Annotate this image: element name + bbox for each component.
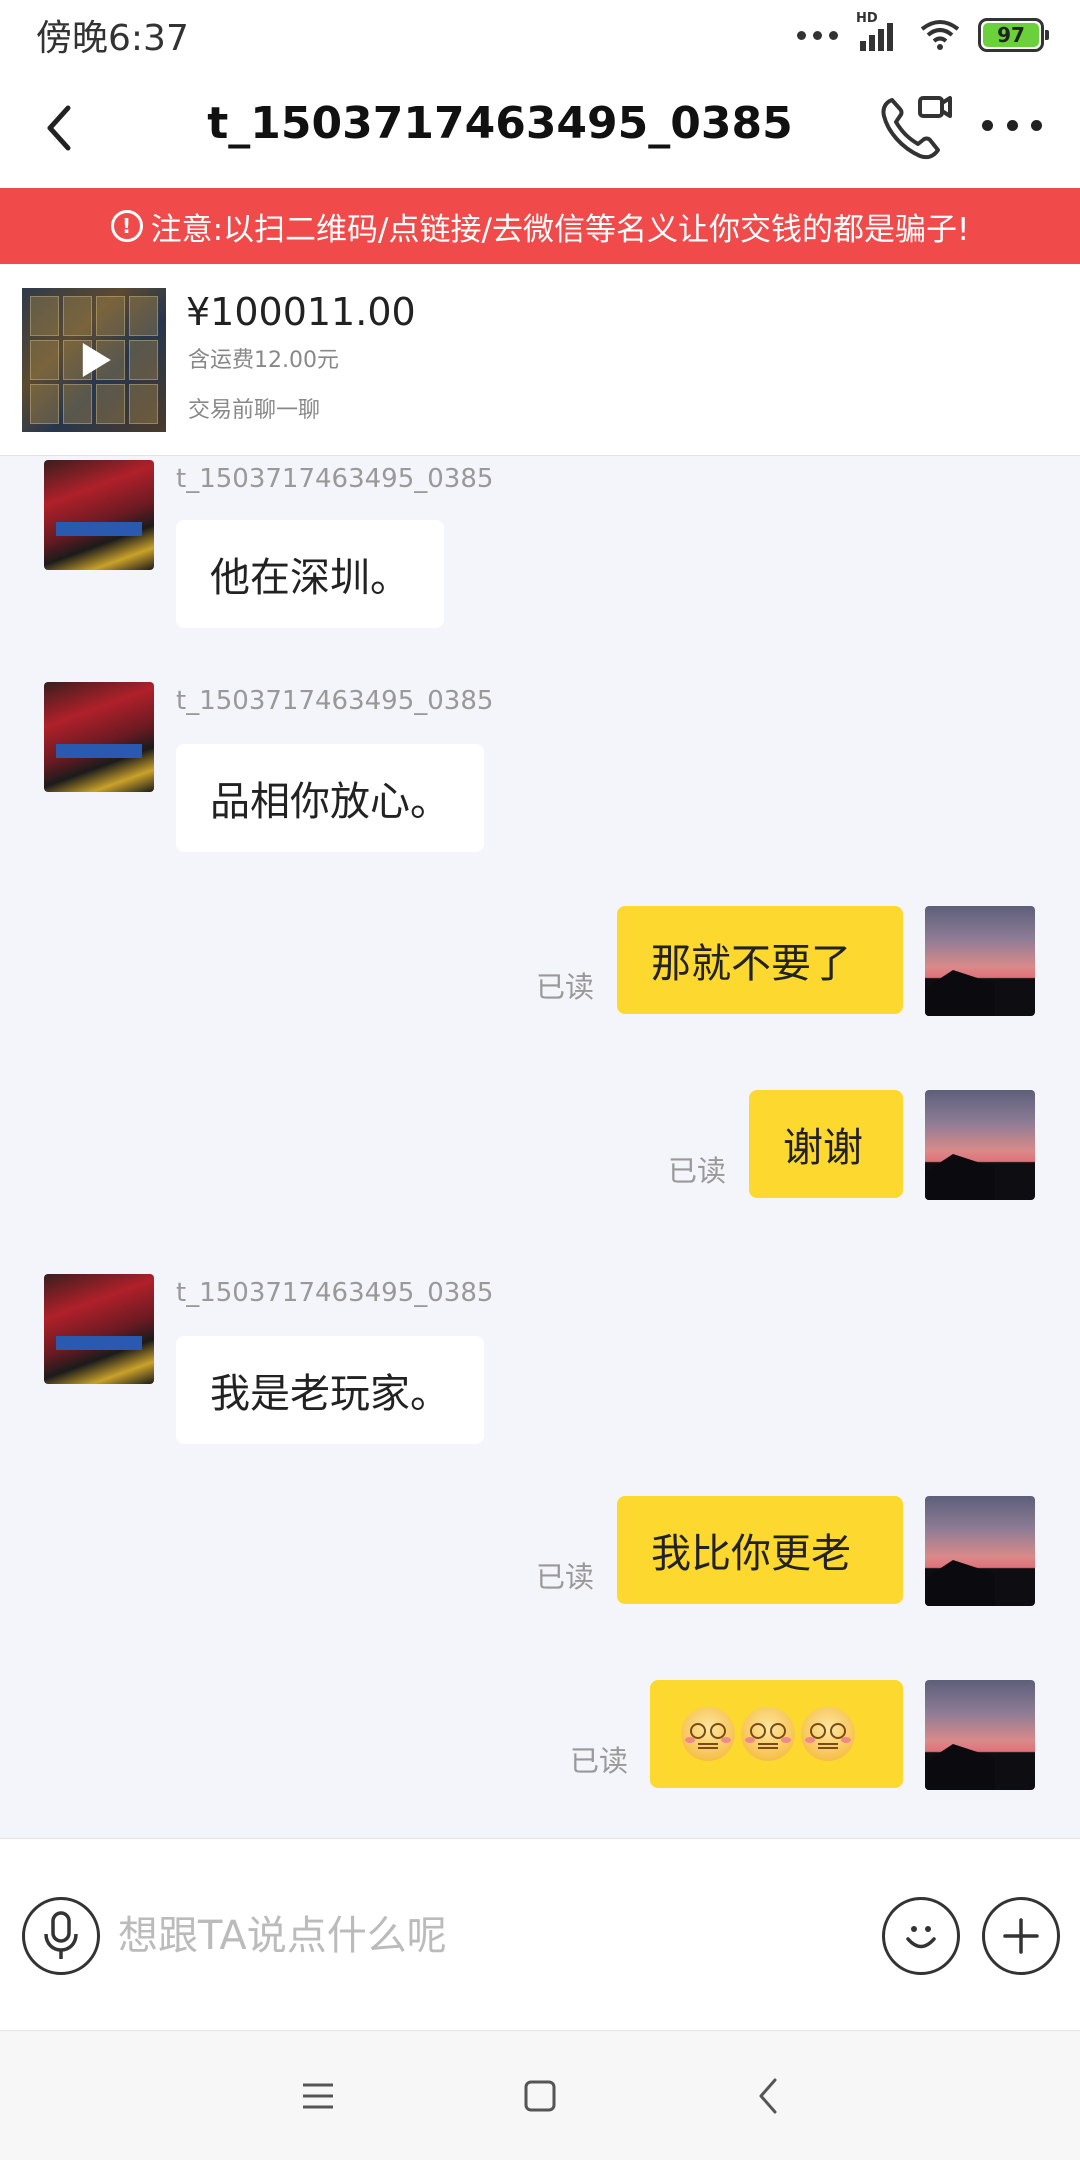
phone-video-icon (881, 96, 952, 160)
contact-avatar[interactable] (44, 1274, 154, 1384)
home-button[interactable] (510, 2066, 570, 2126)
sender-name: t_1503717463495_0385 (176, 464, 494, 494)
product-price: ¥100011.00 (186, 290, 416, 334)
message-input-bar (0, 1838, 1080, 2030)
sender-name: t_1503717463495_0385 (176, 1278, 494, 1308)
my-avatar[interactable] (925, 1680, 1035, 1790)
battery-icon: 97 (978, 18, 1049, 52)
contact-avatar[interactable] (44, 682, 154, 792)
system-navigation-bar (0, 2030, 1080, 2160)
shipping-fee: 含运费12.00元 (188, 348, 339, 373)
product-thumbnail[interactable] (22, 288, 166, 432)
wifi-icon (920, 20, 960, 50)
emoji-message-bubble[interactable] (650, 1680, 903, 1788)
status-time: 傍晚6:37 (36, 18, 189, 59)
menu-button[interactable] (288, 2066, 348, 2126)
cellular-signal-icon: HD (856, 11, 902, 55)
microphone-icon (44, 1911, 78, 1959)
smiley-icon (906, 1926, 936, 1949)
contact-avatar[interactable] (44, 460, 154, 570)
status-bar: 傍晚6:37 HD 97 (0, 0, 1080, 70)
chevron-left-icon (759, 2078, 777, 2114)
more-actions-button[interactable] (982, 1897, 1060, 1975)
hamburger-icon (303, 2083, 333, 2109)
flushed-face-emoji-icon (801, 1707, 855, 1761)
chat-title: t_1503717463495_0385 (207, 98, 793, 149)
message-bubble[interactable]: 我比你更老 (617, 1496, 903, 1604)
product-card[interactable]: ¥100011.00 含运费12.00元 交易前聊一聊 (0, 264, 1080, 456)
chat-hint: 交易前聊一聊 (188, 398, 321, 423)
back-button[interactable] (34, 100, 84, 156)
read-status: 已读 (536, 970, 595, 1004)
chat-header: t_1503717463495_0385 (0, 70, 1080, 188)
my-avatar[interactable] (925, 906, 1035, 1016)
message-input[interactable] (118, 1901, 838, 1971)
plus-icon (1003, 1918, 1039, 1954)
message-bubble[interactable]: 谢谢 (749, 1090, 903, 1198)
chevron-left-icon (47, 105, 71, 151)
message-list[interactable]: t_1503717463495_0385 他在深圳。 t_15037174634… (0, 456, 1080, 1838)
battery-level: 97 (983, 23, 1039, 47)
flushed-face-emoji-icon (681, 1707, 735, 1761)
warning-text: 注意:以扫二维码/点链接/去微信等名义让你交钱的都是骗子! (150, 211, 970, 248)
read-status: 已读 (536, 1560, 595, 1594)
voice-video-call-button[interactable] (878, 92, 954, 164)
square-home-icon (524, 2080, 556, 2112)
flushed-face-emoji-icon (741, 1707, 795, 1761)
voice-input-button[interactable] (22, 1897, 100, 1975)
sender-name: t_1503717463495_0385 (176, 686, 494, 716)
emoji-button[interactable] (882, 1897, 960, 1975)
notification-dots-icon (797, 30, 838, 40)
message-bubble[interactable]: 那就不要了 (617, 906, 903, 1014)
read-status: 已读 (668, 1154, 727, 1188)
system-back-button[interactable] (738, 2066, 798, 2126)
message-bubble[interactable]: 品相你放心。 (176, 744, 484, 852)
message-bubble[interactable]: 我是老玩家。 (176, 1336, 484, 1444)
fraud-warning-banner: ! 注意:以扫二维码/点链接/去微信等名义让你交钱的都是骗子! (0, 188, 1080, 264)
more-dot-icon (1006, 119, 1018, 131)
more-options-button[interactable] (982, 110, 1042, 140)
my-avatar[interactable] (925, 1090, 1035, 1200)
play-icon (82, 343, 111, 377)
more-dot-icon (1031, 119, 1042, 131)
read-status: 已读 (570, 1744, 629, 1778)
exclamation-icon: ! (110, 210, 143, 242)
more-dot-icon (982, 119, 993, 131)
message-bubble[interactable]: 他在深圳。 (176, 520, 444, 628)
status-icons: HD 97 (797, 11, 1049, 55)
my-avatar[interactable] (925, 1496, 1035, 1606)
